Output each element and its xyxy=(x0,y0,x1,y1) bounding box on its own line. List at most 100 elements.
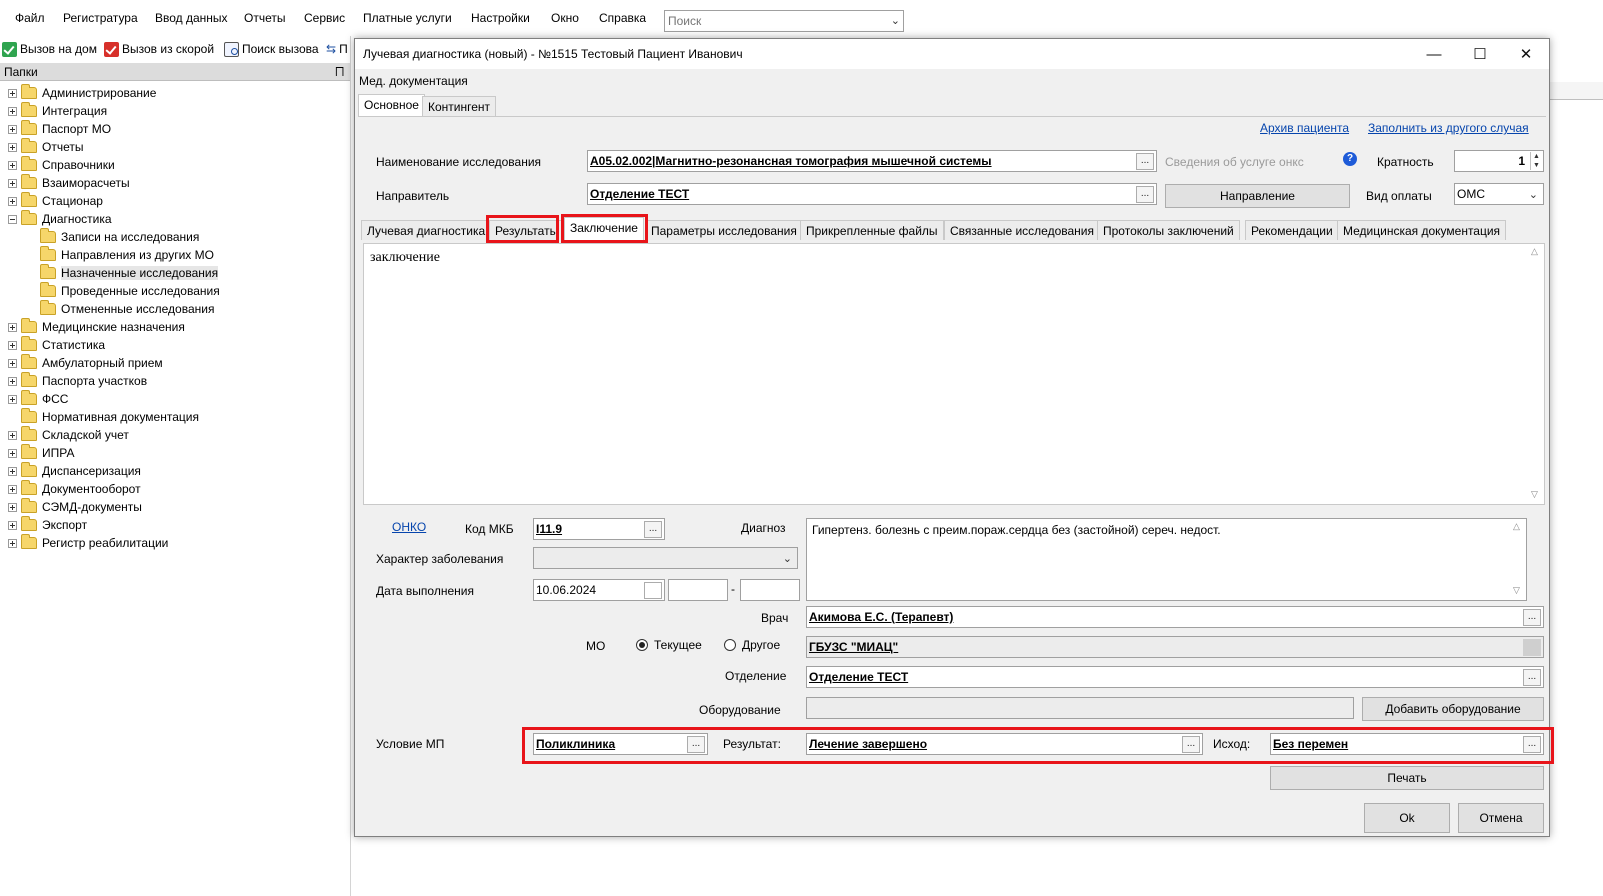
search-combobox[interactable]: ⌄ xyxy=(664,10,904,32)
chevron-down-icon[interactable]: ⌄ xyxy=(1529,188,1538,201)
menu-settings[interactable]: Настройки xyxy=(471,11,530,25)
referrer-field[interactable]: Отделение ТЕСТ ... xyxy=(587,183,1157,205)
mo-other-radio[interactable]: Другое xyxy=(724,638,780,652)
tree-item[interactable]: Назначенные исследования xyxy=(27,264,219,282)
subtab-conclusion-protocols[interactable]: Протоколы заключений xyxy=(1097,220,1240,240)
editor-scrollbar[interactable]: △ ▽ xyxy=(1527,244,1544,504)
menu-file[interactable]: Файл xyxy=(15,11,45,25)
expand-plus-icon[interactable] xyxy=(8,124,17,134)
tree-item[interactable]: Направления из других МО xyxy=(27,246,214,264)
result-field[interactable]: Лечение завершено ... xyxy=(806,733,1203,755)
tree-item[interactable]: Записи на исследования xyxy=(27,228,199,246)
care-condition-field[interactable]: Поликлиника ... xyxy=(533,733,708,755)
time-to-field[interactable] xyxy=(740,579,800,601)
referrer-select-button[interactable]: ... xyxy=(1136,186,1154,203)
subtab-results[interactable]: Результаты xyxy=(489,220,565,240)
result-select-button[interactable]: ... xyxy=(1182,736,1200,753)
tree-item[interactable]: Диагностика xyxy=(8,210,112,228)
expand-plus-icon[interactable] xyxy=(8,466,17,476)
subtab-attached-files[interactable]: Прикрепленные файлы xyxy=(800,220,944,240)
tree-item[interactable]: ИПРА xyxy=(8,444,74,462)
spin-arrows-icon[interactable]: ▲ ▼ xyxy=(1530,152,1542,170)
pin-icon[interactable]: ⨅ xyxy=(335,63,344,81)
tree-item[interactable]: Амбулаторный прием xyxy=(8,354,163,372)
tree-item[interactable]: Паспорта участков xyxy=(8,372,147,390)
expand-plus-icon[interactable] xyxy=(8,502,17,512)
subtab-recommendations[interactable]: Рекомендации xyxy=(1245,220,1339,240)
menu-window[interactable]: Окно xyxy=(551,11,579,25)
expand-plus-icon[interactable] xyxy=(8,142,17,152)
panel-splitter[interactable] xyxy=(350,36,351,896)
doctor-field[interactable]: Акимова Е.С. (Терапевт) ... xyxy=(806,606,1544,628)
print-button[interactable]: Печать xyxy=(1270,766,1544,790)
study-name-field[interactable]: A05.02.002|Магнитно-резонансная томограф… xyxy=(587,150,1157,172)
tree-item[interactable]: Медицинские назначения xyxy=(8,318,185,336)
chevron-down-icon[interactable]: ▽ xyxy=(1513,585,1520,596)
doctor-select-button[interactable]: ... xyxy=(1523,609,1541,626)
chevron-up-icon[interactable]: △ xyxy=(1531,246,1538,257)
radio-unchecked-icon[interactable] xyxy=(724,639,736,651)
expand-plus-icon[interactable] xyxy=(8,376,17,386)
study-select-button[interactable]: ... xyxy=(1136,153,1154,170)
diagnosis-scrollbar[interactable]: △ ▽ xyxy=(1509,519,1526,600)
tree-item[interactable]: Справочники xyxy=(8,156,115,174)
collapse-minus-icon[interactable] xyxy=(8,214,17,224)
tree-item[interactable]: ФСС xyxy=(8,390,68,408)
tree-item[interactable]: Интеграция xyxy=(8,102,107,120)
expand-plus-icon[interactable] xyxy=(8,160,17,170)
tree-item[interactable]: Складской учет xyxy=(8,426,129,444)
diagnosis-textarea[interactable]: Гипертенз. болезнь с преим.пораж.сердца … xyxy=(806,518,1527,601)
department-select-button[interactable]: ... xyxy=(1523,669,1541,686)
menu-paid-services[interactable]: Платные услуги xyxy=(363,11,452,25)
expand-plus-icon[interactable] xyxy=(8,430,17,440)
dialog-titlebar[interactable]: Лучевая диагностика (новый) - №1515 Тест… xyxy=(355,39,1549,69)
mkb-select-button[interactable]: ... xyxy=(644,521,662,538)
expand-plus-icon[interactable] xyxy=(8,178,17,188)
tree-item[interactable]: Диспансеризация xyxy=(8,462,141,480)
close-icon[interactable]: ✕ xyxy=(1503,39,1549,69)
patient-archive-link[interactable]: Архив пациента xyxy=(1260,121,1349,135)
fill-from-other-case-link[interactable]: Заполнить из другого случая xyxy=(1368,121,1529,135)
expand-plus-icon[interactable] xyxy=(8,394,17,404)
calendar-icon[interactable] xyxy=(644,582,662,599)
expand-plus-icon[interactable] xyxy=(8,538,17,548)
add-equipment-button[interactable]: Добавить оборудование xyxy=(1362,697,1544,721)
referral-button[interactable]: Направление xyxy=(1165,184,1350,208)
cancel-button[interactable]: Отмена xyxy=(1458,803,1544,833)
tree-item[interactable]: Паспорт МО xyxy=(8,120,111,138)
subtab-study-parameters[interactable]: Параметры исследования xyxy=(645,220,803,240)
menu-registry[interactable]: Регистратура xyxy=(63,11,138,25)
tree-item[interactable]: Взаиморасчеты xyxy=(8,174,130,192)
mo-current-radio[interactable]: Текущее xyxy=(636,638,702,652)
conclusion-editor[interactable]: заключение △ ▽ xyxy=(363,243,1545,505)
chevron-down-icon[interactable]: ⌄ xyxy=(891,14,900,27)
ambulance-call-button[interactable]: Вызов из скорой xyxy=(104,39,214,59)
radio-checked-icon[interactable] xyxy=(636,639,648,651)
subtab-conclusion[interactable]: Заключение xyxy=(564,217,644,241)
execution-date-field[interactable]: 10.06.2024 xyxy=(533,579,665,601)
tab-main[interactable]: Основное xyxy=(358,94,425,117)
payment-type-select[interactable]: ОМС ⌄ xyxy=(1454,183,1544,205)
home-call-button[interactable]: Вызов на дом xyxy=(2,39,97,59)
expand-plus-icon[interactable] xyxy=(8,106,17,116)
menu-service[interactable]: Сервис xyxy=(304,11,345,25)
tree-item[interactable]: Отмененные исследования xyxy=(27,300,214,318)
tree-item[interactable]: Стационар xyxy=(8,192,103,210)
chevron-up-icon[interactable]: △ xyxy=(1513,521,1520,532)
tree-item[interactable]: Экспорт xyxy=(8,516,87,534)
menu-reports[interactable]: Отчеты xyxy=(244,11,285,25)
expand-plus-icon[interactable] xyxy=(8,196,17,206)
tree-item[interactable]: Проведенные исследования xyxy=(27,282,220,300)
mkb-code-field[interactable]: I11.9 ... xyxy=(533,518,665,540)
menu-data-entry[interactable]: Ввод данных xyxy=(155,11,228,25)
find-call-button[interactable]: Поиск вызова xyxy=(224,39,319,59)
outcome-field[interactable]: Без перемен ... xyxy=(1270,733,1544,755)
tree-item[interactable]: Администрирование xyxy=(8,84,156,102)
tree-item[interactable]: Нормативная документация xyxy=(8,408,199,426)
outcome-select-button[interactable]: ... xyxy=(1523,736,1541,753)
expand-plus-icon[interactable] xyxy=(8,484,17,494)
expand-plus-icon[interactable] xyxy=(8,322,17,332)
multiplicity-stepper[interactable]: 1 ▲ ▼ xyxy=(1454,150,1544,172)
help-icon[interactable]: ? xyxy=(1343,152,1357,166)
truncated-toolbar-button[interactable]: ⇆ П xyxy=(326,39,348,59)
